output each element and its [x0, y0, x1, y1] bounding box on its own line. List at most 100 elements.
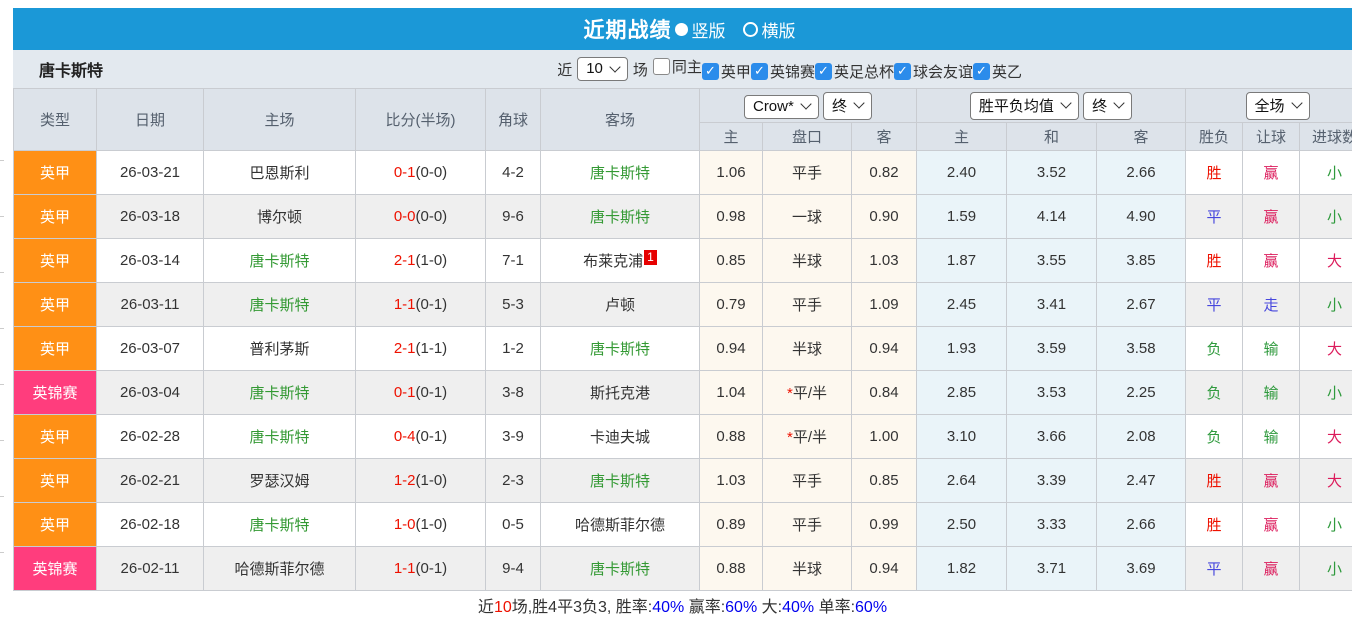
checkbox-checked-icon[interactable]: ✓ — [702, 63, 719, 80]
result-wdl: 胜 — [1186, 151, 1243, 195]
score: 1-0(1-0) — [356, 503, 486, 547]
table-row: 英甲26-03-07普利茅斯2-1(1-1)1-2唐卡斯特0.94半球0.941… — [14, 327, 1352, 371]
score: 0-0(0-0) — [356, 195, 486, 239]
corner-score: 9-4 — [486, 547, 541, 591]
league-type-label: 英甲 — [14, 415, 96, 458]
half-time-score: (0-1) — [416, 296, 448, 313]
filter-checkbox-item[interactable]: ✓英甲 — [702, 61, 751, 82]
odds-final1-select[interactable]: 终 — [823, 92, 872, 120]
mean-away: 2.08 — [1097, 415, 1186, 459]
mean-home: 1.93 — [917, 327, 1007, 371]
score: 1-1(0-1) — [356, 283, 486, 327]
checkbox-unchecked-icon[interactable] — [653, 58, 670, 75]
odds-home: 0.88 — [700, 547, 763, 591]
summary-segment: 60% — [855, 599, 887, 616]
filter-checkbox-item[interactable]: ✓英锦赛 — [751, 61, 815, 82]
filter-checkbox-item[interactable]: ✓英乙 — [973, 61, 1022, 82]
horizontal-layout-label[interactable]: 横版 — [762, 17, 796, 42]
sub-header-home-odds: 主 — [700, 123, 763, 151]
full-time-score: 2-1 — [394, 252, 416, 269]
away-team-name: 斯托克港 — [590, 385, 650, 402]
half-time-score: (0-1) — [416, 384, 448, 401]
mean-home: 3.10 — [917, 415, 1007, 459]
odds-final2-select[interactable]: 终 — [1083, 92, 1132, 120]
checkbox-checked-icon[interactable]: ✓ — [815, 63, 832, 80]
horizontal-layout-radio[interactable] — [743, 22, 758, 37]
home-team: 普利茅斯 — [204, 327, 356, 371]
mean-draw: 3.39 — [1007, 459, 1097, 503]
away-team-name: 唐卡斯特 — [590, 165, 650, 182]
result-handicap: 赢 — [1243, 195, 1300, 239]
result-goals: 小 — [1300, 195, 1352, 239]
half-time-score: (0-0) — [416, 164, 448, 181]
home-team: 唐卡斯特 — [204, 283, 356, 327]
vertical-layout-radio[interactable] — [675, 23, 688, 36]
result-wdl: 胜 — [1186, 459, 1243, 503]
odds-company-select[interactable]: Crow* — [744, 95, 819, 119]
away-team-name: 唐卡斯特 — [590, 209, 650, 226]
sub-header-handicap: 盘口 — [763, 123, 852, 151]
title-bar: 近期战绩 竖版 横版 — [13, 8, 1352, 50]
score: 1-2(1-0) — [356, 459, 486, 503]
type-badge: 英锦赛 — [14, 371, 97, 415]
filter-controls: 近 10 场 同主✓英甲✓英锦赛✓英足总杯✓球会友谊✓英乙 — [557, 56, 1022, 82]
results-rows: 英甲26-03-21巴恩斯利0-1(0-0)4-2唐卡斯特1.06平手0.822… — [14, 151, 1352, 591]
mean-away: 2.66 — [1097, 503, 1186, 547]
mean-home: 2.50 — [917, 503, 1007, 547]
mean-draw: 4.14 — [1007, 195, 1097, 239]
checkbox-checked-icon[interactable]: ✓ — [973, 63, 990, 80]
mean-draw: 3.55 — [1007, 239, 1097, 283]
result-scope-value: 全场 — [1255, 95, 1285, 116]
score: 0-1(0-1) — [356, 371, 486, 415]
score: 0-4(0-1) — [356, 415, 486, 459]
result-goals: 小 — [1300, 371, 1352, 415]
mean-odds-select[interactable]: 胜平负均值 — [970, 92, 1079, 120]
filter-checkbox-item[interactable]: ✓球会友谊 — [894, 61, 973, 82]
result-goals: 小 — [1300, 283, 1352, 327]
mean-away: 2.66 — [1097, 151, 1186, 195]
vertical-layout-label[interactable]: 竖版 — [692, 17, 726, 42]
col-header-date: 日期 — [97, 89, 204, 151]
half-time-score: (0-1) — [416, 428, 448, 445]
odds-away: 0.99 — [852, 503, 917, 547]
odds-handicap: 平手 — [763, 503, 852, 547]
checkbox-checked-icon[interactable]: ✓ — [751, 63, 768, 80]
result-scope-header: 全场 — [1186, 89, 1352, 123]
match-date: 26-03-04 — [97, 371, 204, 415]
match-count-value: 10 — [586, 60, 603, 77]
league-type-label: 英甲 — [14, 459, 96, 502]
table-row: 英甲26-03-14唐卡斯特2-1(1-0)7-1布莱克浦10.85半球1.03… — [14, 239, 1352, 283]
score: 0-1(0-0) — [356, 151, 486, 195]
odds-final2-value: 终 — [1092, 95, 1107, 116]
result-goals: 大 — [1300, 327, 1352, 371]
sub-header-let: 让球 — [1243, 123, 1300, 151]
filter-checkbox-label: 英甲 — [721, 61, 751, 82]
result-scope-select[interactable]: 全场 — [1246, 92, 1310, 120]
checkbox-checked-icon[interactable]: ✓ — [894, 63, 911, 80]
odds-away: 0.85 — [852, 459, 917, 503]
odds-handicap: *平/半 — [763, 415, 852, 459]
col-header-home: 主场 — [204, 89, 356, 151]
mean-home: 1.82 — [917, 547, 1007, 591]
full-time-score: 1-1 — [394, 560, 416, 577]
filter-checkbox-item[interactable]: 同主 — [653, 56, 702, 77]
summary-segment: 40% — [652, 599, 684, 616]
chevron-down-icon — [1060, 97, 1071, 108]
away-team: 布莱克浦1 — [541, 239, 700, 283]
result-handicap: 走 — [1243, 283, 1300, 327]
mean-away: 4.90 — [1097, 195, 1186, 239]
mean-draw: 3.66 — [1007, 415, 1097, 459]
odds-handicap: 平手 — [763, 459, 852, 503]
home-team: 唐卡斯特 — [204, 503, 356, 547]
result-handicap: 输 — [1243, 327, 1300, 371]
match-date: 26-03-18 — [97, 195, 204, 239]
home-team: 巴恩斯利 — [204, 151, 356, 195]
match-count-select[interactable]: 10 — [577, 57, 628, 81]
table-row: 英甲26-02-21罗瑟汉姆1-2(1-0)2-3唐卡斯特1.03平手0.852… — [14, 459, 1352, 503]
odds-away: 0.90 — [852, 195, 917, 239]
corner-score: 3-8 — [486, 371, 541, 415]
odds-home: 0.88 — [700, 415, 763, 459]
filter-checkbox-item[interactable]: ✓英足总杯 — [815, 61, 894, 82]
result-wdl: 胜 — [1186, 239, 1243, 283]
half-time-score: (1-0) — [416, 252, 448, 269]
